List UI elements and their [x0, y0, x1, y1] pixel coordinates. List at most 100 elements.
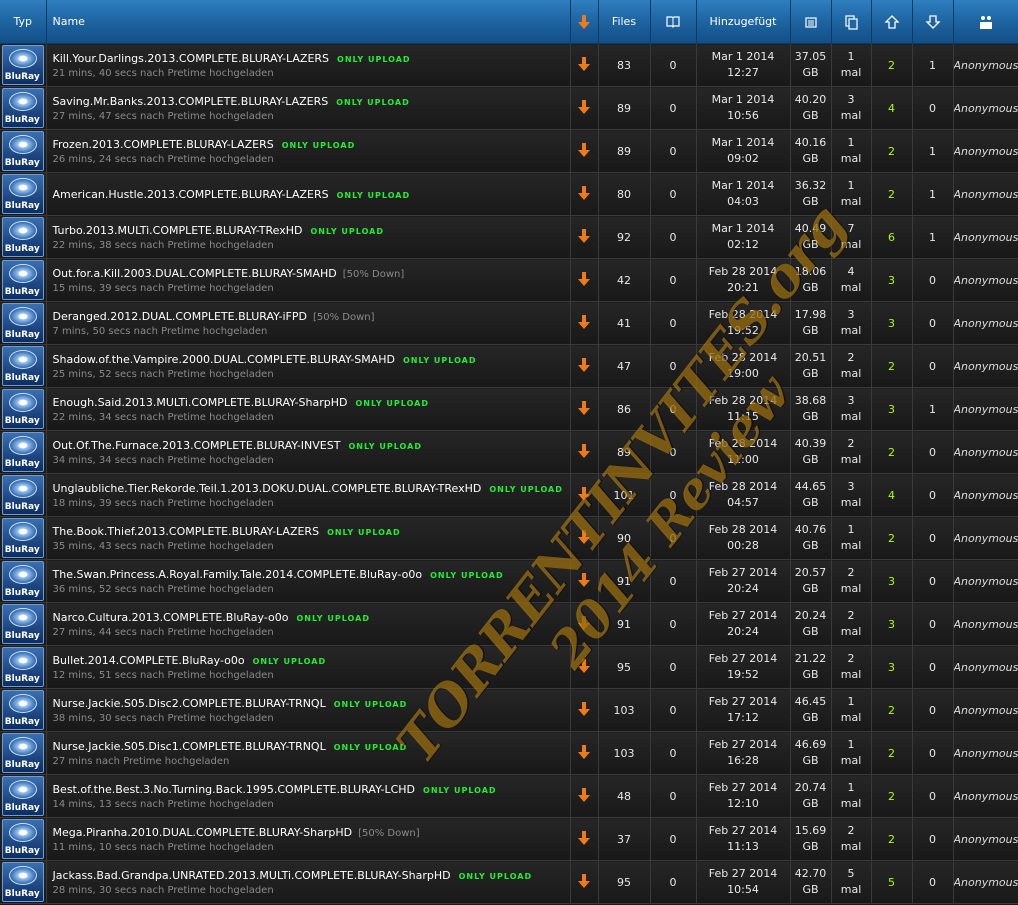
table-row[interactable]: BluRay Kill.Your.Darlings.2013.COMPLETE.B…: [0, 43, 1018, 87]
seeders-count[interactable]: 3: [871, 301, 913, 345]
files-count[interactable]: 91: [598, 602, 651, 646]
snatched-cell[interactable]: 1 mal: [831, 731, 872, 775]
seeders-count[interactable]: 2: [871, 774, 913, 818]
table-row[interactable]: BluRay The.Book.Thief.2013.COMPLETE.BLURA…: [0, 516, 1018, 560]
comments-count[interactable]: 0: [650, 430, 697, 474]
seeders-count[interactable]: 2: [871, 516, 913, 560]
type-cell[interactable]: BluRay: [0, 688, 47, 732]
table-row[interactable]: BluRay Saving.Mr.Banks.2013.COMPLETE.BLUR…: [0, 86, 1018, 130]
type-cell[interactable]: BluRay: [0, 731, 47, 775]
table-row[interactable]: BluRay Out.Of.The.Furnace.2013.COMPLETE.B…: [0, 430, 1018, 474]
type-cell[interactable]: BluRay: [0, 559, 47, 603]
type-cell[interactable]: BluRay: [0, 258, 47, 302]
torrent-name-link[interactable]: Best.of.the.Best.3.No.Turning.Back.1995.…: [53, 783, 416, 796]
torrent-name-link[interactable]: Out.Of.The.Furnace.2013.COMPLETE.BLURAY-…: [53, 439, 341, 452]
snatched-cell[interactable]: 1 mal: [831, 172, 872, 216]
files-count[interactable]: 80: [598, 172, 651, 216]
bluray-type-icon[interactable]: BluRay: [1, 690, 44, 730]
torrent-name-link[interactable]: Jackass.Bad.Grandpa.UNRATED.2013.MULTi.C…: [53, 869, 451, 882]
download-arrow-icon[interactable]: [577, 142, 591, 158]
download-cell[interactable]: [570, 215, 599, 259]
files-count[interactable]: 42: [598, 258, 651, 302]
seeders-count[interactable]: 2: [871, 344, 913, 388]
files-count[interactable]: 103: [598, 731, 651, 775]
comments-count[interactable]: 0: [650, 301, 697, 345]
table-row[interactable]: BluRay Shadow.of.the.Vampire.2000.DUAL.CO…: [0, 344, 1018, 388]
comments-count[interactable]: 0: [650, 645, 697, 689]
table-row[interactable]: BluRay Unglaubliche.Tier.Rekorde.Teil.1.2…: [0, 473, 1018, 517]
type-cell[interactable]: BluRay: [0, 860, 47, 904]
torrent-name-link[interactable]: Kill.Your.Darlings.2013.COMPLETE.BLURAY-…: [53, 52, 330, 65]
type-cell[interactable]: BluRay: [0, 516, 47, 560]
download-cell[interactable]: [570, 43, 599, 87]
files-count[interactable]: 89: [598, 129, 651, 173]
table-row[interactable]: BluRay Best.of.the.Best.3.No.Turning.Back…: [0, 774, 1018, 818]
seeders-count[interactable]: 2: [871, 817, 913, 861]
leechers-count[interactable]: 0: [912, 258, 954, 302]
table-row[interactable]: BluRay Enough.Said.2013.MULTi.COMPLETE.BL…: [0, 387, 1018, 431]
torrent-name-link[interactable]: Enough.Said.2013.MULTi.COMPLETE.BLURAY-S…: [53, 396, 348, 409]
bluray-type-icon[interactable]: BluRay: [1, 647, 44, 687]
torrent-name-link[interactable]: Saving.Mr.Banks.2013.COMPLETE.BLURAY-LAZ…: [53, 95, 329, 108]
col-leechers[interactable]: [912, 0, 954, 44]
table-row[interactable]: BluRay American.Hustle.2013.COMPLETE.BLUR…: [0, 172, 1018, 216]
table-row[interactable]: BluRay Nurse.Jackie.S05.Disc2.COMPLETE.BL…: [0, 688, 1018, 732]
type-cell[interactable]: BluRay: [0, 215, 47, 259]
snatched-cell[interactable]: 2 mal: [831, 344, 872, 388]
seeders-count[interactable]: 2: [871, 172, 913, 216]
seeders-count[interactable]: 5: [871, 860, 913, 904]
files-count[interactable]: 86: [598, 387, 651, 431]
leechers-count[interactable]: 1: [912, 215, 954, 259]
snatched-cell[interactable]: 3 mal: [831, 86, 872, 130]
download-cell[interactable]: [570, 129, 599, 173]
leechers-count[interactable]: 0: [912, 473, 954, 517]
leechers-count[interactable]: 0: [912, 774, 954, 818]
torrent-name-link[interactable]: Out.for.a.Kill.2003.DUAL.COMPLETE.BLURAY…: [53, 267, 337, 280]
comments-count[interactable]: 0: [650, 43, 697, 87]
snatched-cell[interactable]: 2 mal: [831, 430, 872, 474]
snatched-cell[interactable]: 3 mal: [831, 473, 872, 517]
col-comments[interactable]: [650, 0, 697, 44]
files-count[interactable]: 101: [598, 473, 651, 517]
download-arrow-icon[interactable]: [577, 529, 591, 545]
files-count[interactable]: 95: [598, 860, 651, 904]
download-cell[interactable]: [570, 860, 599, 904]
seeders-count[interactable]: 2: [871, 688, 913, 732]
comments-count[interactable]: 0: [650, 344, 697, 388]
comments-count[interactable]: 0: [650, 172, 697, 216]
comments-count[interactable]: 0: [650, 860, 697, 904]
download-arrow-icon[interactable]: [577, 744, 591, 760]
type-cell[interactable]: BluRay: [0, 473, 47, 517]
leechers-count[interactable]: 1: [912, 43, 954, 87]
comments-count[interactable]: 0: [650, 817, 697, 861]
snatched-cell[interactable]: 5 mal: [831, 860, 872, 904]
snatched-cell[interactable]: 1 mal: [831, 516, 872, 560]
download-cell[interactable]: [570, 430, 599, 474]
leechers-count[interactable]: 0: [912, 731, 954, 775]
table-row[interactable]: BluRay Narco.Cultura.2013.COMPLETE.BluRay…: [0, 602, 1018, 646]
snatched-cell[interactable]: 2 mal: [831, 559, 872, 603]
torrent-name-link[interactable]: Turbo.2013.MULTi.COMPLETE.BLURAY-TRexHD: [53, 224, 303, 237]
seeders-count[interactable]: 2: [871, 43, 913, 87]
leechers-count[interactable]: 0: [912, 559, 954, 603]
table-row[interactable]: BluRay Turbo.2013.MULTi.COMPLETE.BLURAY-T…: [0, 215, 1018, 259]
type-cell[interactable]: BluRay: [0, 645, 47, 689]
leechers-count[interactable]: 1: [912, 172, 954, 216]
bluray-type-icon[interactable]: BluRay: [1, 561, 44, 601]
download-cell[interactable]: [570, 602, 599, 646]
download-cell[interactable]: [570, 344, 599, 388]
download-cell[interactable]: [570, 817, 599, 861]
download-arrow-icon[interactable]: [577, 486, 591, 502]
download-arrow-icon[interactable]: [577, 572, 591, 588]
torrent-name-link[interactable]: American.Hustle.2013.COMPLETE.BLURAY-LAZ…: [53, 188, 329, 201]
download-arrow-icon[interactable]: [577, 701, 591, 717]
files-count[interactable]: 90: [598, 516, 651, 560]
bluray-type-icon[interactable]: BluRay: [1, 733, 44, 773]
torrent-name-link[interactable]: Narco.Cultura.2013.COMPLETE.BluRay-o0o: [53, 611, 289, 624]
bluray-type-icon[interactable]: BluRay: [1, 389, 44, 429]
col-typ[interactable]: Typ: [0, 0, 47, 44]
snatched-cell[interactable]: 3 mal: [831, 301, 872, 345]
leechers-count[interactable]: 0: [912, 645, 954, 689]
bluray-type-icon[interactable]: BluRay: [1, 862, 44, 902]
type-cell[interactable]: BluRay: [0, 86, 47, 130]
